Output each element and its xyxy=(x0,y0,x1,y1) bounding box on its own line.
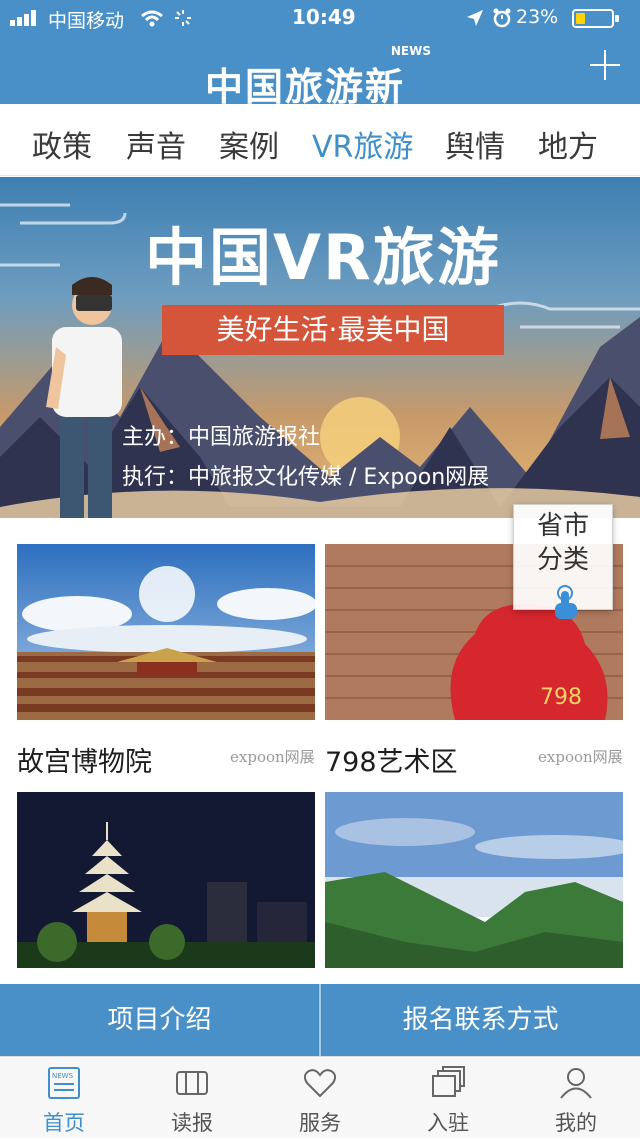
tabbar-join[interactable]: 入驻 xyxy=(384,1057,512,1139)
tab-public-opinion[interactable]: 舆情 xyxy=(445,122,505,166)
user-icon xyxy=(560,1068,592,1099)
channel-tabs: 政策 声音 案例 VR旅游 舆情 地方 xyxy=(0,104,640,176)
tabbar-mine[interactable]: 我的 xyxy=(512,1057,640,1139)
project-intro-button[interactable]: 项目介绍 xyxy=(0,984,319,1056)
signup-contact-button[interactable]: 报名联系方式 xyxy=(321,984,640,1056)
tab-cases[interactable]: 案例 xyxy=(219,122,279,166)
carrier-name: 中国移动 xyxy=(48,10,125,32)
province-line2: 分类 xyxy=(536,545,589,575)
tap-hand-icon xyxy=(555,585,577,619)
province-category-button[interactable]: 省市 分类 xyxy=(513,504,613,619)
tabbar-home[interactable]: NEWS 首页 xyxy=(0,1057,128,1139)
tabbar-label: 首页 xyxy=(43,1111,85,1135)
vr-banner[interactable]: 中国VR旅游 美好生活·最美中国 主办：中国旅游报社 执行：中旅报文化传媒 / … xyxy=(0,177,640,518)
news-icon: NEWS xyxy=(48,1067,80,1099)
card-image-pagoda[interactable] xyxy=(17,792,315,968)
card-image-mountains[interactable] xyxy=(325,792,623,968)
banner-organizer: 主办：中国旅游报社 xyxy=(122,425,321,450)
svg-text:798: 798 xyxy=(540,685,582,710)
card-title[interactable]: 故宫博物院 xyxy=(17,740,152,779)
tabbar-label: 读报 xyxy=(171,1111,213,1135)
card-source: expoon网展 xyxy=(538,748,623,766)
tabbar-label: 入驻 xyxy=(427,1111,469,1135)
banner-ribbon: 美好生活·最美中国 xyxy=(162,305,504,355)
heart-icon xyxy=(303,1069,337,1098)
tabbar-label: 我的 xyxy=(555,1111,597,1135)
location-icon xyxy=(467,10,483,26)
card-title[interactable]: 798艺术区 xyxy=(325,740,458,779)
app-header: NEWS 中国旅游新闻 xyxy=(0,36,640,164)
battery-icon xyxy=(572,9,619,28)
tab-voice[interactable]: 声音 xyxy=(126,122,186,166)
wifi-icon xyxy=(141,10,163,27)
bottom-tab-bar: NEWS 首页 读报 服务 入驻 我的 xyxy=(0,1056,640,1138)
tab-policy[interactable]: 政策 xyxy=(32,122,92,166)
tabbar-services[interactable]: 服务 xyxy=(256,1057,384,1139)
tab-local[interactable]: 地方 xyxy=(538,122,598,166)
action-bar: 项目介绍 报名联系方式 xyxy=(0,984,640,1056)
plus-icon[interactable] xyxy=(588,48,622,82)
card-image-forbidden-city[interactable] xyxy=(17,544,315,720)
status-bar: 中国移动 10:49 23% xyxy=(0,0,640,36)
alarm-icon xyxy=(493,8,511,28)
status-time: 10:49 xyxy=(292,5,356,29)
app-logo: NEWS 中国旅游新闻 xyxy=(205,44,435,164)
newspaper-icon xyxy=(176,1071,208,1095)
tab-vr-travel[interactable]: VR旅游 xyxy=(312,122,413,166)
province-line1: 省市 xyxy=(536,511,589,541)
signal-icon xyxy=(10,10,42,26)
tabbar-newspaper[interactable]: 读报 xyxy=(128,1057,256,1139)
banner-title: 中国VR旅游 xyxy=(145,221,501,294)
stack-icon xyxy=(432,1066,465,1097)
battery-percent: 23% xyxy=(516,6,559,28)
tabbar-label: 服务 xyxy=(299,1111,341,1135)
svg-text:NEWS: NEWS xyxy=(52,1072,74,1080)
banner-executor: 执行：中旅报文化传媒 / Expoon网展 xyxy=(122,465,490,490)
card-source: expoon网展 xyxy=(230,748,315,766)
loading-icon xyxy=(175,10,191,26)
